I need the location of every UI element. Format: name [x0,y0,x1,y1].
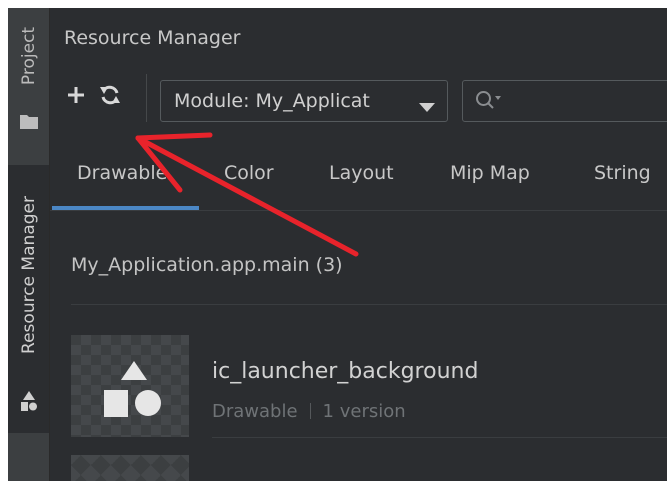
search-input[interactable] [462,80,667,122]
tab-mip-map[interactable]: Mip Map [450,162,530,184]
resource-thumbnail-next [71,455,189,481]
resource-manager-icon [20,391,38,417]
resource-type-tabs: Drawable Color Layout Mip Map String [50,144,667,211]
divider [71,304,667,305]
tab-string[interactable]: String [594,162,651,184]
resource-thumbnail [71,335,189,437]
tab-color[interactable]: Color [224,162,274,184]
image-placeholder-icon [104,361,161,417]
panel-title: Resource Manager [64,27,241,49]
search-icon [475,90,503,116]
toolbar-separator [146,74,147,122]
plus-icon [67,86,85,108]
tab-drawable[interactable]: Drawable [77,162,167,184]
sidebar-tab-project[interactable]: Project [8,18,49,138]
refresh-button[interactable] [96,82,124,112]
toolbar: Module: My_Applicat [50,70,667,130]
sidebar-tab-resource-manager-label: Resource Manager [18,196,39,354]
resource-type: Drawable [212,401,298,422]
tab-layout[interactable]: Layout [329,162,394,184]
meta-separator [309,403,311,419]
active-tab-indicator [52,206,199,210]
resource-item[interactable]: ic_launcher_background Drawable 1 version [71,335,667,439]
chevron-down-icon [419,96,435,118]
sidebar-tab-project-label: Project [18,26,39,86]
folder-icon [20,114,38,133]
module-select[interactable]: Module: My_Applicat [160,80,448,122]
resource-name: ic_launcher_background [212,359,479,384]
refresh-icon [99,84,121,110]
module-select-value: Module: My_Applicat [174,90,370,112]
resource-version-count: 1 version [322,401,406,422]
sidebar-tab-resource-manager[interactable]: Resource Manager [8,165,49,433]
resource-group-title: My_Application.app.main (3) [71,254,343,276]
resource-meta: Drawable 1 version [212,401,406,422]
resource-manager-panel: Resource Manager Module: My_Applicat Dra… [50,8,667,481]
ide-window: Project Resource Manager Resource Manage… [8,8,667,481]
tool-window-strip: Project Resource Manager [8,8,50,481]
divider [212,437,667,438]
add-resource-button[interactable] [62,82,90,112]
